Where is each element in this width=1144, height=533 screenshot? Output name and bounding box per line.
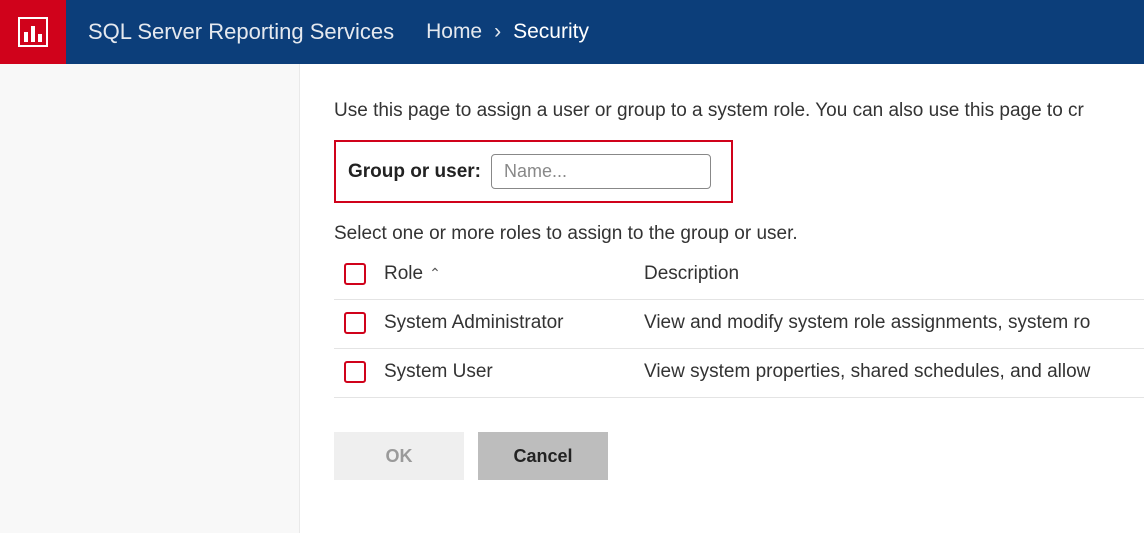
breadcrumb-current: Security — [513, 20, 589, 44]
role-checkbox[interactable] — [344, 312, 366, 334]
role-description: View system properties, shared schedules… — [644, 361, 1144, 383]
sort-ascending-icon: ⌃ — [429, 265, 441, 282]
role-name: System User — [384, 361, 644, 383]
button-row: OK Cancel — [334, 432, 1144, 480]
role-checkbox[interactable] — [344, 361, 366, 383]
select-all-checkbox[interactable] — [344, 263, 366, 285]
column-header-role-label: Role — [384, 263, 423, 285]
breadcrumb: Home › Security — [426, 20, 589, 44]
intro-text: Use this page to assign a user or group … — [334, 100, 1144, 122]
role-description: View and modify system role assignments,… — [644, 312, 1144, 334]
roles-header-row: Role ⌃ Description — [334, 261, 1144, 300]
cancel-button[interactable]: Cancel — [478, 432, 608, 480]
group-user-input[interactable] — [491, 154, 711, 189]
column-header-role[interactable]: Role ⌃ — [384, 263, 644, 285]
role-name: System Administrator — [384, 312, 644, 334]
row-check-cell — [344, 361, 384, 383]
bar-chart-icon — [18, 17, 48, 47]
select-roles-text: Select one or more roles to assign to th… — [334, 223, 1144, 245]
ok-button[interactable]: OK — [334, 432, 464, 480]
main-content: Use this page to assign a user or group … — [300, 64, 1144, 533]
table-row: System User View system properties, shar… — [334, 349, 1144, 398]
select-all-cell — [344, 263, 384, 285]
roles-table: Role ⌃ Description System Administrator … — [334, 261, 1144, 398]
app-logo[interactable] — [0, 0, 66, 64]
group-user-label: Group or user: — [348, 161, 481, 183]
chevron-right-icon: › — [494, 20, 501, 44]
table-row: System Administrator View and modify sys… — [334, 300, 1144, 349]
sidebar — [0, 64, 300, 533]
breadcrumb-home[interactable]: Home — [426, 20, 482, 44]
group-user-field-highlight: Group or user: — [334, 140, 733, 203]
layout: Use this page to assign a user or group … — [0, 64, 1144, 533]
top-bar: SQL Server Reporting Services Home › Sec… — [0, 0, 1144, 64]
row-check-cell — [344, 312, 384, 334]
column-header-description[interactable]: Description — [644, 263, 1144, 285]
app-title: SQL Server Reporting Services — [88, 19, 394, 45]
